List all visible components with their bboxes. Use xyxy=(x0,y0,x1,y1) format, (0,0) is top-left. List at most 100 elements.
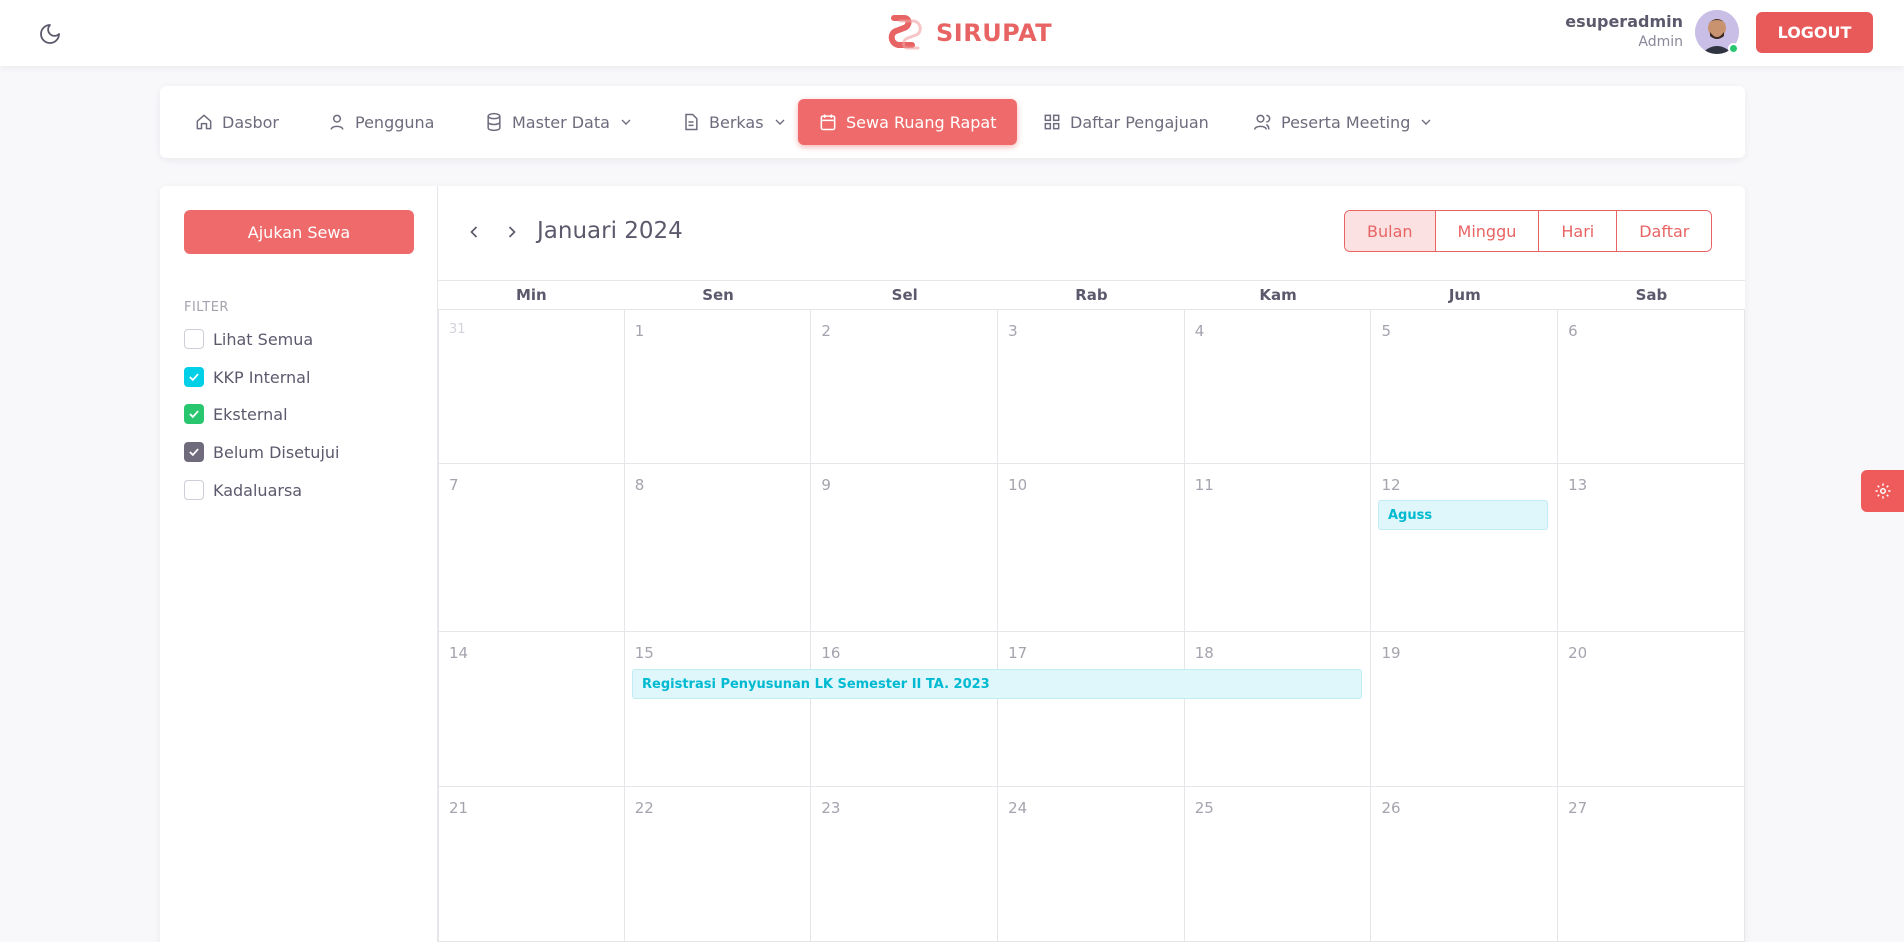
nav-item-berkas[interactable]: Berkas xyxy=(671,99,798,145)
nav-item-daftar-pengajuan[interactable]: Daftar Pengajuan xyxy=(1032,99,1219,145)
day-number: 9 xyxy=(821,476,831,494)
nav-label: Dasbor xyxy=(222,112,279,132)
day-number: 12 xyxy=(1381,476,1401,494)
day-cell[interactable]: 14 xyxy=(438,632,625,786)
home-icon xyxy=(196,114,212,130)
users-icon xyxy=(1253,114,1271,130)
day-cell[interactable]: 24 xyxy=(998,787,1185,941)
day-cell[interactable]: 8 xyxy=(625,464,812,631)
day-number: 17 xyxy=(1008,644,1028,662)
day-number: 3 xyxy=(1008,322,1018,340)
day-number: 27 xyxy=(1568,799,1588,817)
day-cell[interactable]: 15 xyxy=(625,632,812,786)
nav-item-dasbor[interactable]: Dasbor xyxy=(184,99,289,145)
logout-button[interactable]: LOGOUT xyxy=(1756,12,1873,53)
chevron-down-icon xyxy=(621,119,631,125)
moon-icon[interactable] xyxy=(38,22,62,46)
day-cell[interactable]: 19 xyxy=(1371,632,1559,786)
filter-belum-disetujui[interactable]: Belum Disetujui xyxy=(184,440,339,464)
brand[interactable]: SIRUPAT xyxy=(888,14,1052,52)
nav-item-master-data[interactable]: Master Data xyxy=(474,99,644,145)
day-cell[interactable]: 17 xyxy=(998,632,1185,786)
checkbox-checked[interactable] xyxy=(184,367,204,387)
day-number: 16 xyxy=(821,644,841,662)
day-cell[interactable]: 23 xyxy=(811,787,999,941)
day-cell[interactable]: 25 xyxy=(1185,787,1372,941)
ajukan-sewa-button[interactable]: Ajukan Sewa xyxy=(184,210,414,254)
view-button-hari[interactable]: Hari xyxy=(1538,211,1617,251)
day-number: 31 xyxy=(449,322,466,337)
checkbox-checked[interactable] xyxy=(184,404,204,424)
dow-label: Kam xyxy=(1259,286,1297,304)
day-cell[interactable]: 6 xyxy=(1558,310,1745,463)
checkbox-unchecked[interactable] xyxy=(184,329,204,349)
filter-label: Kadaluarsa xyxy=(213,480,303,500)
dow-label: Rab xyxy=(1075,286,1108,304)
day-cell[interactable]: 21 xyxy=(438,787,625,941)
day-cell[interactable]: 1 xyxy=(625,310,812,463)
checkbox-unchecked[interactable] xyxy=(184,480,204,500)
calendar-event[interactable]: Aguss xyxy=(1378,500,1548,530)
chevron-left-icon[interactable] xyxy=(462,220,486,244)
grid-icon xyxy=(1044,114,1060,130)
filter-kkp-internal[interactable]: KKP Internal xyxy=(184,365,310,389)
day-cell[interactable]: 11 xyxy=(1185,464,1372,631)
filter-label: Belum Disetujui xyxy=(213,442,340,462)
day-number: 5 xyxy=(1381,322,1391,340)
day-number: 7 xyxy=(449,476,459,494)
calendar-week: 21 22 23 24 25 26 27 xyxy=(438,787,1745,942)
nav-item-peserta-meeting[interactable]: Peserta Meeting xyxy=(1243,99,1444,145)
dow-label: Min xyxy=(515,286,547,304)
nav-label: Daftar Pengajuan xyxy=(1070,112,1209,132)
nav-item-sewa-ruang-rapat[interactable]: Sewa Ruang Rapat xyxy=(798,99,1017,145)
day-cell[interactable]: 27 xyxy=(1558,787,1745,941)
dow-label: Sab xyxy=(1635,286,1668,304)
day-cell[interactable]: 31 xyxy=(438,310,625,463)
dow-label: Jum xyxy=(1448,286,1481,304)
online-status-dot xyxy=(1728,43,1739,54)
day-number: 21 xyxy=(449,799,469,817)
calendar-card: Ajukan Sewa FILTER Lihat Semua KKP Inter… xyxy=(160,186,1745,942)
user-name: esuperadmin xyxy=(1565,12,1683,31)
filter-eksternal[interactable]: Eksternal xyxy=(184,402,288,426)
day-cell[interactable]: 18 xyxy=(1185,632,1372,786)
view-button-minggu[interactable]: Minggu xyxy=(1434,211,1539,251)
day-cell[interactable]: 16 xyxy=(811,632,999,786)
filter-lihat-semua[interactable]: Lihat Semua xyxy=(184,327,313,351)
day-number: 2 xyxy=(821,322,831,340)
day-cell[interactable]: 5 xyxy=(1371,310,1559,463)
nav-label: Peserta Meeting xyxy=(1281,112,1411,132)
day-cell[interactable]: 12 xyxy=(1371,464,1559,631)
day-cell[interactable]: 10 xyxy=(998,464,1185,631)
calendar-icon xyxy=(820,114,836,131)
day-cell[interactable]: 22 xyxy=(625,787,812,941)
day-cell[interactable]: 9 xyxy=(811,464,999,631)
day-cell[interactable]: 20 xyxy=(1558,632,1745,786)
brand-name: SIRUPAT xyxy=(936,19,1053,47)
filter-title: FILTER xyxy=(184,300,229,315)
settings-button[interactable] xyxy=(1861,470,1904,512)
dow-label: Sel xyxy=(891,286,918,304)
day-cell[interactable]: 3 xyxy=(998,310,1185,463)
view-button-daftar[interactable]: Daftar xyxy=(1616,211,1712,251)
day-number: 4 xyxy=(1194,322,1205,340)
day-number: 26 xyxy=(1381,799,1401,817)
filter-kadaluarsa[interactable]: Kadaluarsa xyxy=(184,478,302,502)
day-cell[interactable]: 26 xyxy=(1371,787,1559,941)
day-cell[interactable]: 2 xyxy=(811,310,999,463)
chevron-down-icon xyxy=(775,119,785,125)
day-number: 19 xyxy=(1381,644,1401,662)
check-icon xyxy=(189,410,199,419)
user-info[interactable]: esuperadmin Admin xyxy=(1565,12,1683,52)
nav-label: Master Data xyxy=(512,112,610,132)
dow-label: Sen xyxy=(702,286,734,304)
checkbox-checked[interactable] xyxy=(184,442,204,462)
nav-label: Pengguna xyxy=(355,112,435,132)
nav-item-pengguna[interactable]: Pengguna xyxy=(317,99,444,145)
day-cell[interactable]: 4 xyxy=(1185,310,1372,463)
day-cell[interactable]: 13 xyxy=(1558,464,1745,631)
day-cell[interactable]: 7 xyxy=(438,464,625,631)
view-button-bulan[interactable]: Bulan xyxy=(1345,211,1435,251)
calendar-event[interactable]: Registrasi Penyusunan LK Semester II TA.… xyxy=(632,669,1362,699)
chevron-right-icon[interactable] xyxy=(500,220,524,244)
